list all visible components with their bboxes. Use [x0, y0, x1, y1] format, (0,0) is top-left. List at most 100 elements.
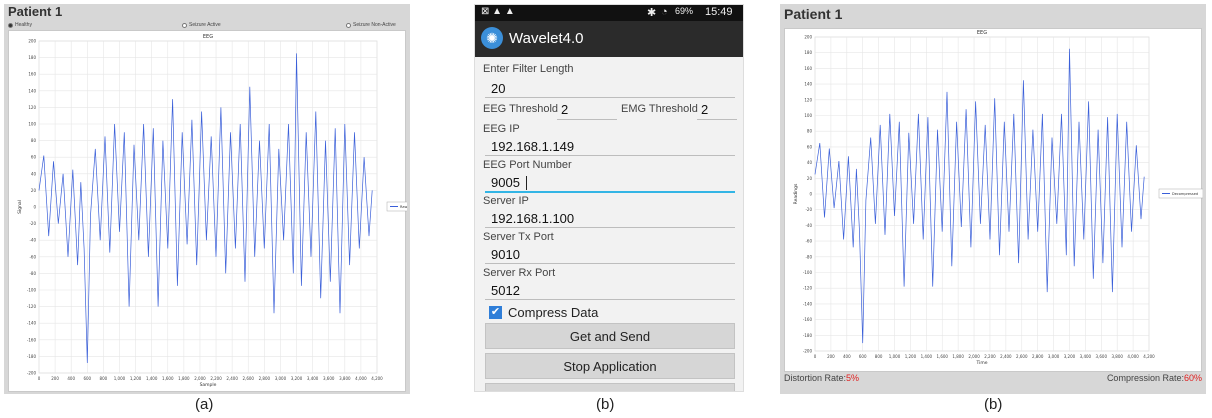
y-tick-label: -100	[803, 270, 813, 275]
emg-threshold-label: EMG Threshold	[621, 103, 698, 115]
y-tick-label: 60	[807, 144, 813, 149]
y-tick-label: -140	[803, 301, 813, 306]
eeg-ip-input[interactable]: 192.168.1.149	[491, 139, 574, 154]
x-tick-label: 800	[875, 354, 883, 359]
compression-label: Compression Rate:	[1106, 373, 1184, 383]
x-tick-label: 1,800	[178, 376, 190, 381]
server-tx-input[interactable]: 9010	[491, 247, 520, 262]
y-tick-label: -80	[805, 254, 812, 259]
server-rx-input[interactable]: 5012	[491, 283, 520, 298]
radio-unselected-icon	[182, 22, 187, 28]
x-tick-label: 3,600	[1096, 354, 1108, 359]
server-ip-label: Server IP	[483, 195, 529, 207]
y-tick-label: 200	[804, 35, 812, 40]
android-app-screen: ⊠ ▲ ▲ ✱ ◔ 69% 15:49 ✺ Wavelet4.0 Enter F…	[474, 4, 744, 392]
eeg-ip-label: EEG IP	[483, 123, 520, 135]
y-tick-label: 140	[804, 82, 812, 87]
y-tick-label: 80	[31, 138, 37, 143]
x-tick-label: 600	[83, 376, 91, 381]
x-tick-label: 2,400	[226, 376, 238, 381]
left-app-window: Patient 1 Healthy Seizure Active Seizure…	[4, 4, 412, 394]
x-tick-label: 4,000	[355, 376, 367, 381]
server-ip-input[interactable]: 192.168.1.100	[491, 211, 574, 226]
y-tick-label: -100	[27, 288, 37, 293]
x-tick-label: 1,200	[130, 376, 142, 381]
radio-label: Seizure Non-Active	[353, 22, 396, 28]
distortion-value: 5%	[846, 373, 860, 383]
y-tick-label: 40	[31, 171, 37, 176]
stop-application-button[interactable]: Stop Application	[485, 353, 735, 379]
action-bar: ✺ Wavelet4.0	[475, 21, 743, 57]
input-underline	[485, 263, 735, 264]
x-axis-label: Time	[975, 360, 987, 366]
x-tick-label: 4,000	[1127, 354, 1139, 359]
x-axis-label: Sample	[200, 382, 217, 388]
server-rx-label: Server Rx Port	[483, 267, 556, 279]
get-and-send-button[interactable]: Get and Send	[485, 323, 735, 349]
y-axis-label: Signal	[17, 200, 23, 214]
y-axis-label: Readings	[793, 183, 799, 204]
compression-value: 60%	[1183, 373, 1202, 383]
y-tick-label: 160	[804, 66, 812, 71]
x-tick-label: 600	[859, 354, 867, 359]
figure-caption-a: (a)	[195, 396, 214, 413]
clock: 15:49	[705, 6, 733, 18]
y-tick-label: 120	[28, 105, 36, 110]
y-tick-label: -120	[803, 286, 813, 291]
radio-unselected-icon	[346, 22, 351, 28]
figure-caption-b: (b)	[596, 396, 615, 413]
y-tick-label: 0	[809, 192, 812, 197]
hidden-button[interactable]	[485, 383, 735, 391]
y-tick-label: 160	[28, 72, 36, 77]
x-tick-label: 1,600	[937, 354, 949, 359]
text-cursor	[526, 176, 527, 190]
eeg-port-label: EEG Port Number	[483, 159, 572, 171]
eeg-decompressed-chart: EEG200180160140120100806040200-20-40-60-…	[793, 30, 1204, 366]
radio-seizure-non-active[interactable]: Seizure Non-Active	[346, 22, 396, 28]
chart-title: EEG	[203, 34, 213, 40]
y-tick-label: -20	[805, 207, 812, 212]
eeg-threshold-input[interactable]: 2	[561, 102, 568, 117]
y-tick-label: -160	[27, 337, 37, 342]
emg-threshold-input[interactable]: 2	[701, 102, 708, 117]
y-tick-label: 180	[28, 55, 36, 60]
distortion-label: Distortion Rate:	[784, 373, 847, 383]
x-tick-label: 400	[843, 354, 851, 359]
x-tick-label: 3,800	[339, 376, 351, 381]
radio-healthy[interactable]: Healthy	[8, 22, 32, 28]
radio-selected-icon	[8, 22, 13, 28]
y-tick-label: -180	[803, 333, 813, 338]
x-tick-label: 1,000	[114, 376, 126, 381]
compress-data-checkbox[interactable]: ✔ Compress Data	[489, 305, 598, 320]
x-tick-label: 2,200	[984, 354, 996, 359]
input-underline	[485, 299, 735, 300]
x-tick-label: 3,400	[307, 376, 319, 381]
y-tick-label: -60	[805, 239, 812, 244]
x-tick-label: 2,600	[1016, 354, 1028, 359]
x-tick-label: 200	[827, 354, 835, 359]
x-tick-label: 200	[51, 376, 59, 381]
y-tick-label: 100	[28, 122, 36, 127]
y-tick-label: -20	[29, 221, 36, 226]
x-tick-label: 1,000	[889, 354, 901, 359]
y-tick-label: 200	[28, 39, 36, 44]
y-tick-label: -40	[805, 223, 812, 228]
x-tick-label: 3,000	[1048, 354, 1060, 359]
patient-title: Patient 1	[8, 4, 63, 19]
x-tick-label: 2,000	[968, 354, 980, 359]
filter-length-input[interactable]: 20	[491, 81, 505, 96]
eeg-chart-frame: EEG 200 180 160 140 120 100 80 60 40 20 0 -20 -40 -60-…	[8, 30, 412, 392]
x-tick-label: 0	[38, 376, 41, 381]
eeg-raw-chart: EEG200180160140120100806040200-20-40-60-…	[17, 34, 412, 388]
app-title: Wavelet4.0	[509, 30, 584, 47]
radio-seizure-active[interactable]: Seizure Active	[182, 22, 221, 28]
legend-label: Raw	[400, 205, 407, 209]
eeg-threshold-label: EEG Threshold	[483, 103, 559, 115]
y-tick-label: -180	[27, 354, 37, 359]
eeg-port-input[interactable]: 9005	[491, 175, 520, 190]
x-tick-label: 3,400	[1080, 354, 1092, 359]
legend-label: Decompressed	[1172, 192, 1198, 196]
input-underline-focused	[485, 191, 735, 193]
y-tick-label: 140	[28, 88, 36, 93]
x-tick-label: 0	[814, 354, 817, 359]
